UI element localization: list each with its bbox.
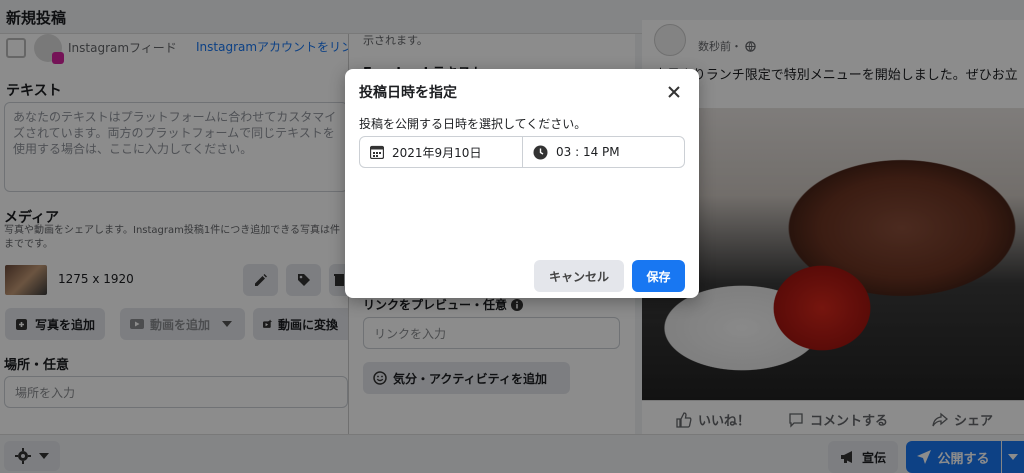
clock-icon <box>533 145 548 159</box>
calendar-icon <box>370 145 384 159</box>
date-value: 2021年9月10日 <box>392 145 482 160</box>
time-value: 03 : 14 PM <box>556 145 620 159</box>
close-button[interactable] <box>663 81 685 103</box>
schedule-dialog: 投稿日時を指定 投稿を公開する日時を選択してください。 2021年9月10日 0… <box>345 69 699 298</box>
save-button[interactable]: 保存 <box>632 260 685 292</box>
dialog-description: 投稿を公開する日時を選択してください。 <box>359 117 587 131</box>
cancel-button[interactable]: キャンセル <box>534 260 624 292</box>
date-picker[interactable]: 2021年9月10日 <box>360 137 523 167</box>
datetime-picker: 2021年9月10日 03 : 14 PM <box>359 136 685 168</box>
post-composer: 新規投稿 Instagramフィード Instagramアカウントをリン テキス… <box>0 0 1024 473</box>
close-icon <box>668 86 680 98</box>
time-picker[interactable]: 03 : 14 PM <box>523 137 684 167</box>
dialog-title: 投稿日時を指定 <box>359 85 457 101</box>
